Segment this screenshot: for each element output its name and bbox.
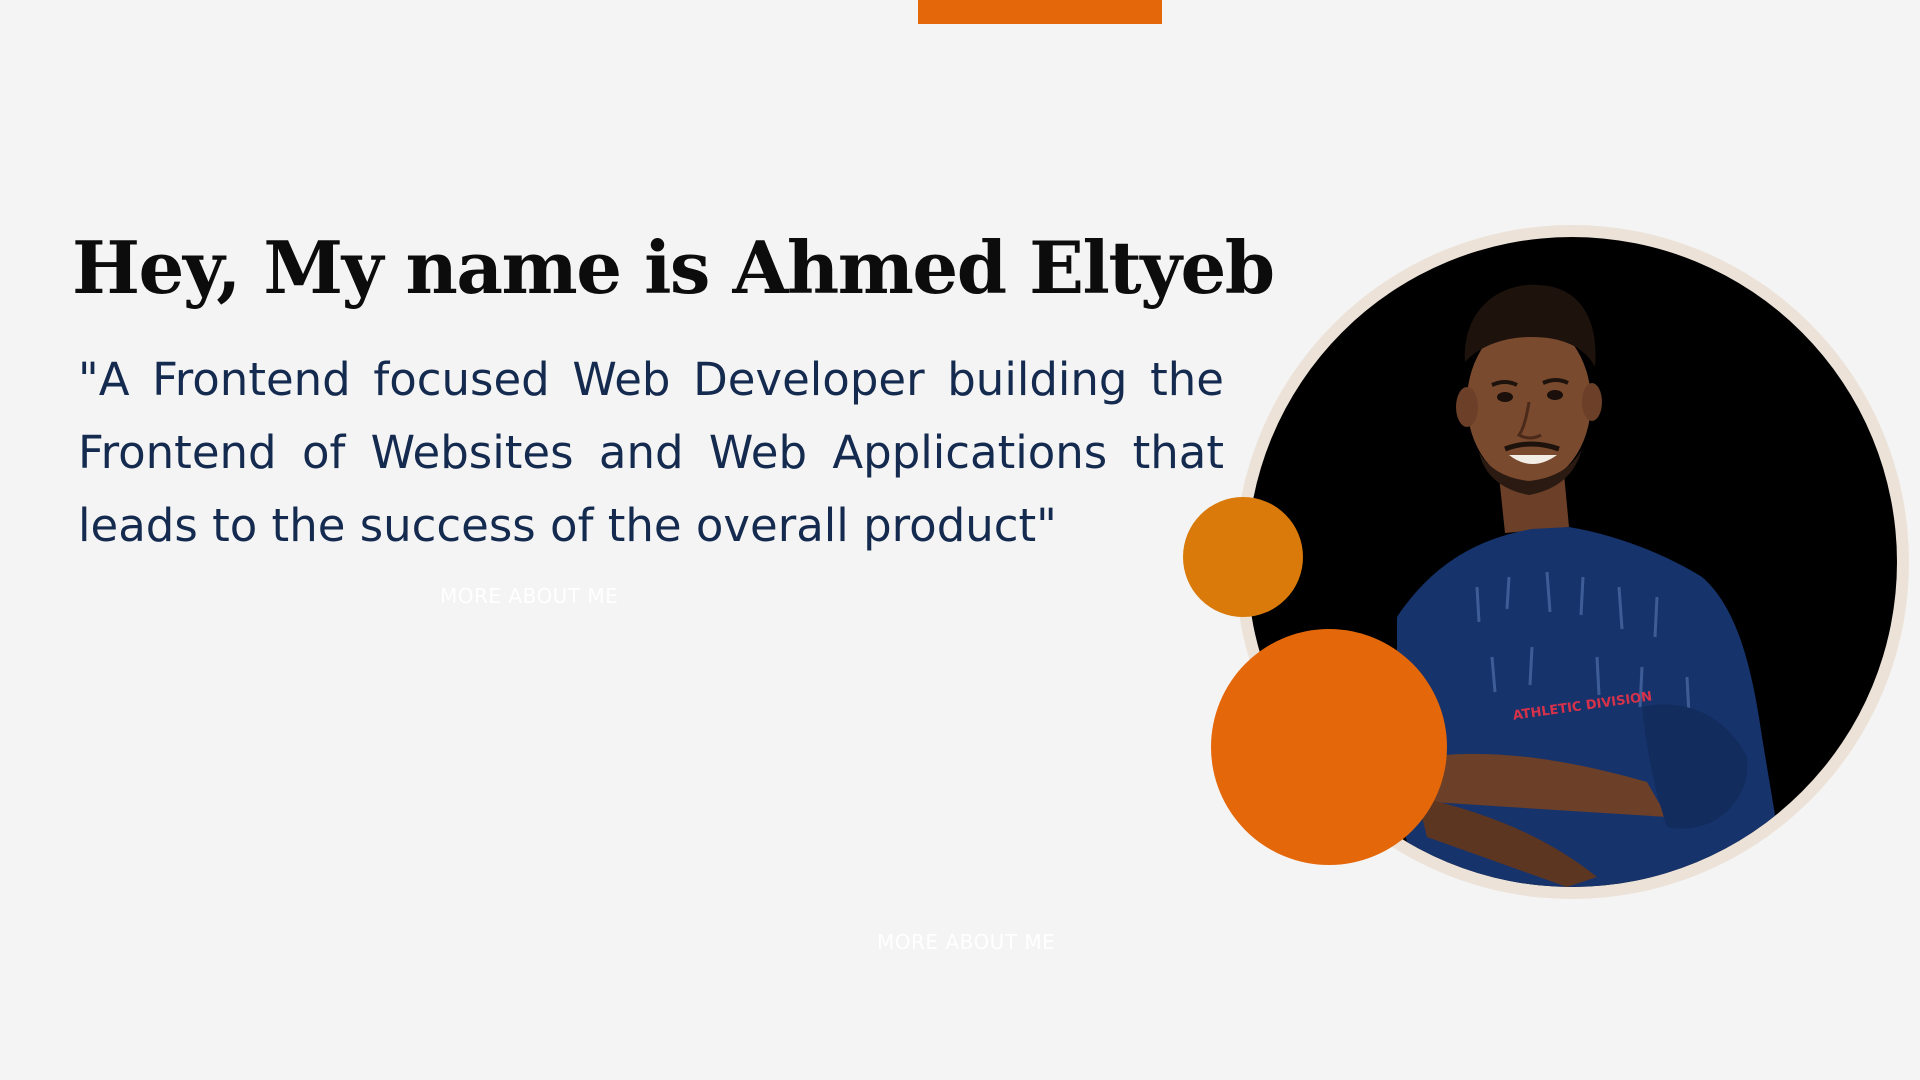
- page: Hey, My name is Ahmed Eltyeb "A Frontend…: [0, 0, 1920, 1080]
- hero-quote: "A Frontend focused Web Developer buildi…: [78, 353, 1224, 552]
- decorative-circle-large: [1211, 629, 1447, 865]
- decorative-circle-small: [1183, 497, 1303, 617]
- hero-title: Hey, My name is Ahmed Eltyeb: [72, 225, 1275, 310]
- more-about-me-link-secondary[interactable]: MORE ABOUT ME: [877, 930, 1055, 954]
- top-accent-bar: [918, 0, 1162, 24]
- more-about-me-link[interactable]: MORE ABOUT ME: [440, 584, 618, 608]
